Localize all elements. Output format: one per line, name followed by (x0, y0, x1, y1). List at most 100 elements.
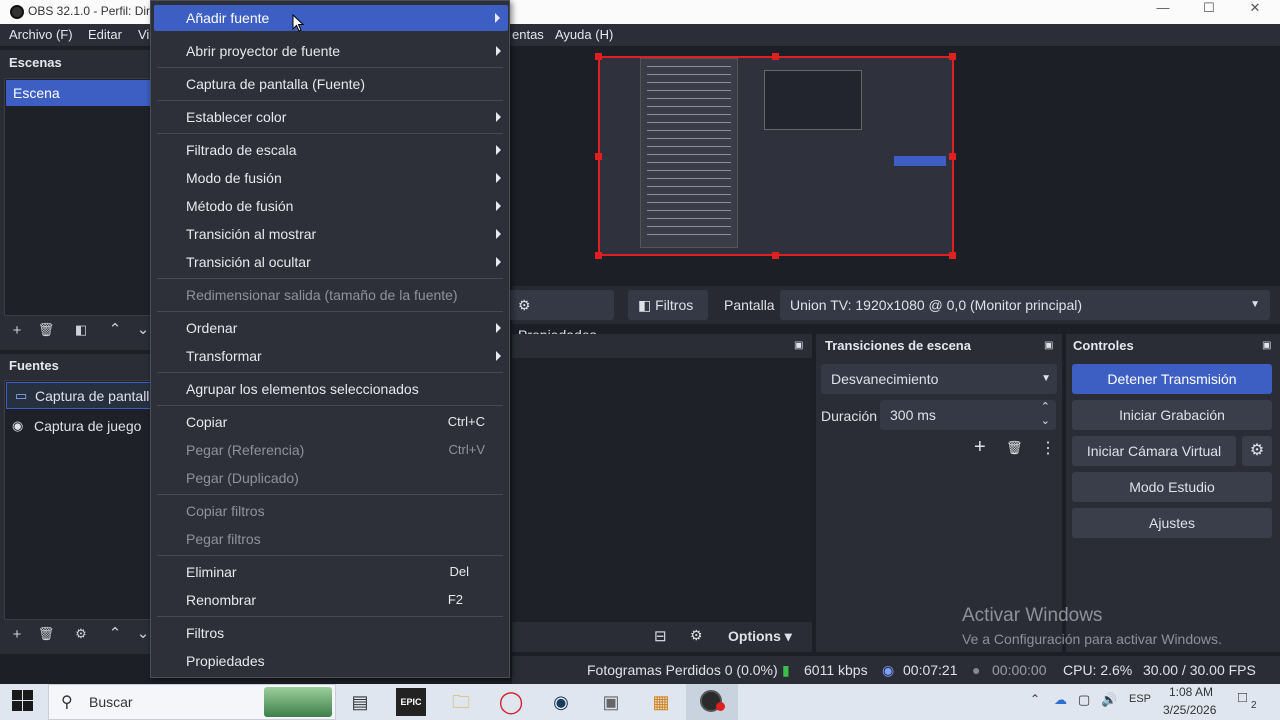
display-select[interactable]: Union TV: 1920x1080 @ 0,0 (Monitor princ… (780, 290, 1270, 320)
language-indicator[interactable]: ESP (1129, 693, 1151, 705)
options-label: Options (728, 628, 781, 644)
stop-streaming-button[interactable]: Detener Transmisión (1072, 364, 1272, 394)
menu-editar[interactable]: Editar (88, 27, 122, 42)
menu-blend-mode[interactable]: Modo de fusión (151, 165, 509, 191)
onedrive-icon[interactable]: ☁ (1054, 692, 1067, 708)
chevron-up-icon[interactable]: ⌃ (104, 320, 126, 338)
menu-transform[interactable]: Transformar (151, 343, 509, 369)
float-dock-icon[interactable]: ▣ (1262, 340, 1271, 351)
filters-button[interactable]: ◧ Filtros (628, 290, 708, 320)
more-icon[interactable]: ⋮ (1040, 438, 1056, 458)
clock-time[interactable]: 1:08 AM (1169, 685, 1213, 699)
minimize-button[interactable]: — (1140, 0, 1186, 24)
bitrate: 6011 kbps (804, 662, 868, 678)
network-icon[interactable]: ▢ (1078, 692, 1090, 708)
spin-down-icon[interactable]: ⌄ (1041, 406, 1050, 436)
gear-icon[interactable]: ⚙ (70, 626, 92, 642)
menu-item-label: Transición al mostrar (186, 226, 317, 242)
activation-watermark-text: Ve a Configuración para activar Windows. (962, 631, 1222, 647)
app-icon[interactable]: ▣ (596, 688, 626, 716)
layout-icon[interactable]: ⊟ (654, 627, 667, 645)
notification-icon[interactable]: □ (1238, 689, 1247, 706)
sources-dock: Fuentes ▭ Captura de pantalla ◉ Captura … (0, 354, 157, 654)
resize-handle[interactable] (949, 153, 956, 160)
resize-handle[interactable] (949, 53, 956, 60)
menu-separator (157, 616, 503, 617)
resize-handle[interactable] (772, 252, 779, 259)
trash-icon[interactable]: 🗑 (35, 626, 57, 642)
trash-icon[interactable]: 🗑 (1006, 440, 1023, 456)
properties-button[interactable]: ⚙ Propiedades (508, 290, 614, 343)
float-dock-icon[interactable]: ▣ (794, 340, 803, 351)
gamepad-icon: ◉ (12, 418, 24, 433)
resize-handle[interactable] (595, 252, 602, 259)
menu-separator (157, 494, 503, 495)
resize-handle[interactable] (595, 53, 602, 60)
start-recording-button[interactable]: Iniciar Grabación (1072, 400, 1272, 430)
clock-date[interactable]: 3/25/2026 (1163, 703, 1216, 717)
add-transition-icon[interactable]: + (974, 436, 986, 459)
virtual-camera-settings-icon[interactable]: ⚙ (1242, 436, 1272, 466)
menu-properties[interactable]: Propiedades (151, 648, 509, 674)
opera-icon[interactable]: ◯ (496, 688, 526, 716)
add-source-icon[interactable]: + (6, 626, 28, 643)
menu-rename[interactable]: Renombrar F2 (151, 587, 509, 613)
menu-set-color[interactable]: Establecer color (151, 104, 509, 130)
menu-item-label: Modo de fusión (186, 170, 282, 186)
filter-icon[interactable]: ◧ (70, 322, 92, 338)
search-placeholder: Buscar (89, 694, 133, 710)
menu-paste-duplicate: Pegar (Duplicado) (151, 465, 509, 491)
task-view-icon[interactable]: ▤ (345, 688, 375, 716)
options-button[interactable]: Options ▾ (728, 628, 792, 645)
menu-herramientas[interactable]: entas (512, 27, 544, 42)
menu-hide-transition[interactable]: Transición al ocultar (151, 249, 509, 275)
menu-filters[interactable]: Filtros (151, 620, 509, 646)
mixer-list (512, 358, 812, 622)
menu-item-label: Propiedades (186, 653, 265, 669)
menu-order[interactable]: Ordenar (151, 315, 509, 341)
menu-screen-capture-source[interactable]: Captura de pantalla (Fuente) (151, 71, 509, 97)
menu-blend-method[interactable]: Método de fusión (151, 193, 509, 219)
start-virtual-camera-button[interactable]: Iniciar Cámara Virtual (1072, 436, 1236, 466)
epic-games-icon[interactable]: EPIC (396, 688, 426, 716)
taskbar-search-box[interactable]: ⚲ Buscar (48, 684, 336, 720)
menu-open-source-projector[interactable]: Abrir proyector de fuente (151, 38, 509, 64)
source-item[interactable]: ▭ Captura de pantalla (6, 382, 157, 409)
add-scene-icon[interactable]: + (6, 322, 28, 339)
close-button[interactable]: ✕ (1232, 0, 1278, 24)
chevron-up-icon[interactable]: ⌃ (1030, 692, 1040, 706)
file-explorer-icon[interactable]: 🗀 (446, 688, 476, 716)
transition-select[interactable]: Desvanecimiento ▼ (821, 364, 1057, 394)
obs-taskbar-active[interactable] (686, 684, 738, 720)
volume-icon[interactable]: 🔊 (1101, 692, 1117, 708)
menu-archivo[interactable]: Archivo (F) (9, 27, 73, 42)
steam-icon[interactable]: ◉ (546, 688, 576, 716)
resize-handle[interactable] (772, 53, 779, 60)
duration-input[interactable]: 300 ms ⌃ ⌄ (880, 400, 1056, 430)
source-item[interactable]: ◉ Captura de juego (6, 413, 152, 439)
menu-show-transition[interactable]: Transición al mostrar (151, 221, 509, 247)
menu-group-selected[interactable]: Agrupar los elementos seleccionados (151, 376, 509, 402)
menu-item-label: Copiar filtros (186, 503, 265, 519)
scene-item[interactable]: Escena (6, 80, 152, 106)
store-icon[interactable]: ▦ (646, 688, 676, 716)
settings-button[interactable]: Ajustes (1072, 508, 1272, 538)
cpu-usage: CPU: 2.6% (1063, 662, 1133, 678)
float-dock-icon[interactable]: ▣ (1044, 340, 1053, 351)
studio-mode-button[interactable]: Modo Estudio (1072, 472, 1272, 502)
menu-copy[interactable]: Copiar Ctrl+C (151, 409, 509, 435)
menu-separator (157, 311, 503, 312)
windows-start-icon[interactable] (12, 690, 34, 712)
trash-icon[interactable]: 🗑 (35, 322, 57, 338)
maximize-button[interactable]: ☐ (1186, 0, 1232, 24)
resize-handle[interactable] (949, 252, 956, 259)
menu-add-source[interactable]: Añadir fuente (154, 5, 508, 31)
menu-ver[interactable]: Vi (138, 27, 149, 42)
menu-delete[interactable]: Eliminar Del (151, 559, 509, 585)
preview-source-thumbnail[interactable] (598, 56, 954, 256)
settings-icon[interactable]: ⚙ (690, 627, 703, 644)
menu-scale-filtering[interactable]: Filtrado de escala (151, 137, 509, 163)
resize-handle[interactable] (595, 153, 602, 160)
menu-ayuda[interactable]: Ayuda (H) (555, 27, 613, 42)
chevron-up-icon[interactable]: ⌃ (104, 624, 126, 642)
